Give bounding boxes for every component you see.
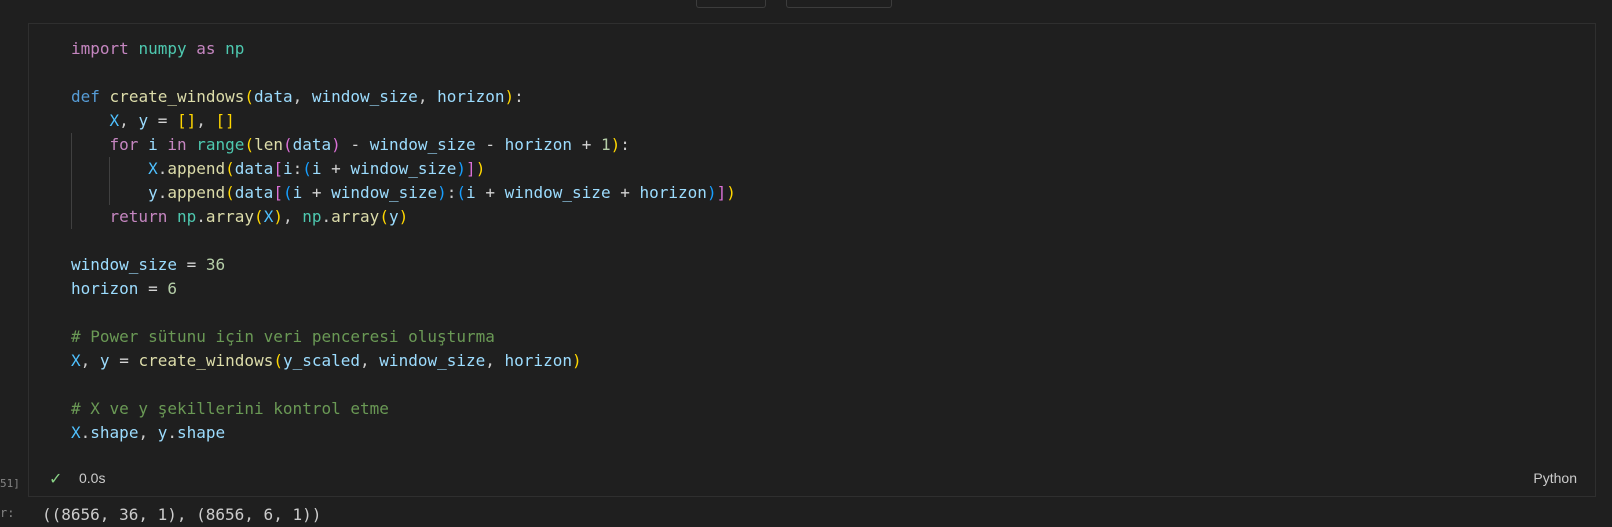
code-line-10: window_size = 36 — [71, 255, 226, 274]
output-label: r: — [0, 506, 15, 520]
check-icon: ✓ — [49, 471, 63, 488]
language-selector[interactable]: Python — [1533, 470, 1577, 486]
code-line-6: X.append(data[i:(i + window_size)]) — [148, 159, 486, 178]
code-line-13: # Power sütunu için veri penceresi oluşt… — [71, 327, 495, 346]
code-line-4: X, y = [], [] — [109, 111, 235, 130]
code-line-5: for i in range(len(data) - window_size -… — [109, 135, 630, 154]
cell-status-bar: ✓ 0.0s Python — [29, 460, 1595, 496]
cell-output: ((8656, 36, 1), (8656, 6, 1)) — [42, 505, 322, 524]
toolbar-button-a[interactable] — [696, 0, 766, 8]
code-line-8: return np.array(X), np.array(y) — [109, 207, 409, 226]
code-line-3: def create_windows(data, window_size, ho… — [71, 87, 524, 106]
code-line-16: # X ve y şekillerini kontrol etme — [71, 399, 389, 418]
code-line-14: X, y = create_windows(y_scaled, window_s… — [71, 351, 582, 370]
code-line-11: horizon = 6 — [71, 279, 177, 298]
code-editor[interactable]: import numpy as np def create_windows(dat… — [71, 37, 736, 445]
code-line-17: X.shape, y.shape — [71, 423, 226, 442]
code-line-1: import numpy as np — [71, 39, 245, 58]
execution-time: 0.0s — [79, 470, 106, 486]
toolbar-button-b[interactable] — [786, 0, 892, 8]
code-line-7: y.append(data[(i + window_size):(i + win… — [148, 183, 736, 202]
notebook-code-cell[interactable]: import numpy as np def create_windows(dat… — [28, 23, 1596, 497]
execution-count: 51] — [0, 477, 20, 490]
